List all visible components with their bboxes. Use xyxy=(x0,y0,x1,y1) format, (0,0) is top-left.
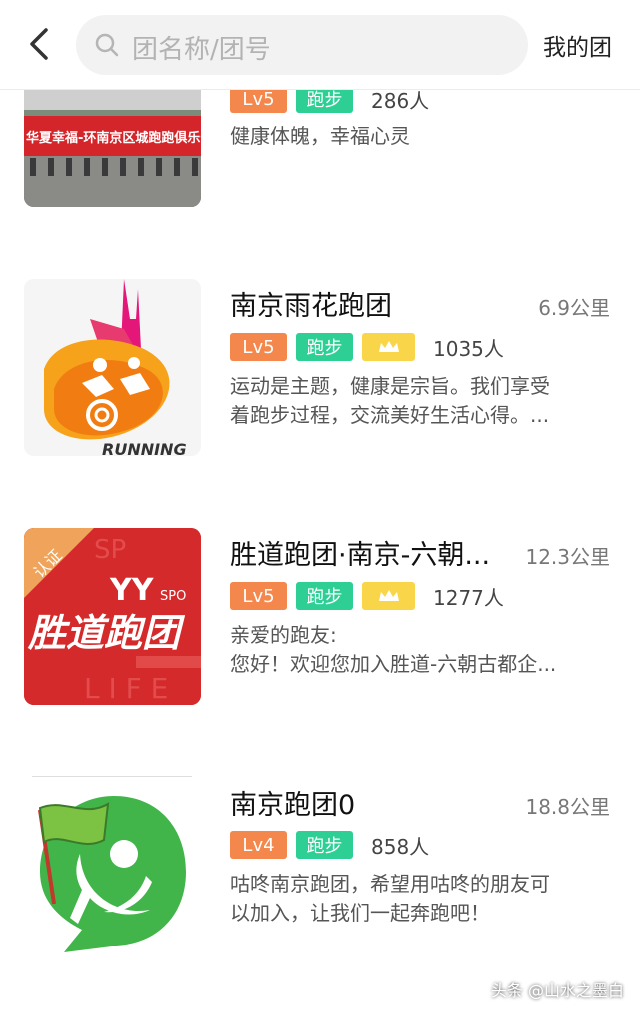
search-placeholder: 团名称/团号 xyxy=(132,35,271,65)
group-name: 胜道跑团·南京-六朝... xyxy=(230,540,491,571)
svg-text:SP: SP xyxy=(94,535,126,565)
logo-text: 胜道跑团 xyxy=(27,611,186,655)
logo-divider xyxy=(32,776,192,777)
back-arrow-icon xyxy=(30,28,48,60)
group-logo: SP L I F E 认证 YY SPO 胜道跑团 xyxy=(24,528,201,705)
group-description: 运动是主题，健康是宗旨。我们享受 着跑步过程，交流美好生活心得。... xyxy=(230,374,550,427)
level-badge: Lv4 xyxy=(230,831,287,859)
crown-badge xyxy=(362,333,415,361)
group-list: 华夏幸福-环南京区城跑跑俱乐部 Lv5 跑步 286人 健康体魄，幸福心灵 RU… xyxy=(0,0,640,1015)
member-count: 1035人 xyxy=(433,336,504,361)
group-description: 健康体魄，幸福心灵 xyxy=(230,124,410,148)
banner-text: 华夏幸福-环南京区城跑跑俱乐部 xyxy=(26,130,201,146)
type-badge: 跑步 xyxy=(296,333,353,361)
level-badge: Lv5 xyxy=(230,333,287,361)
logo-yy: YY xyxy=(109,573,155,608)
list-item[interactable]: SP L I F E 认证 YY SPO 胜道跑团 胜道跑团·南京-六朝... … xyxy=(0,500,640,750)
member-count: 858人 xyxy=(371,834,430,859)
list-item[interactable]: 南京跑团0 18.8公里 Lv4 跑步 858人 咕咚南京跑团，希望用咕咚的朋友… xyxy=(0,750,640,1015)
group-logo xyxy=(24,784,201,961)
list-item[interactable]: RUNNING 南京雨花跑团 6.9公里 Lv5 跑步 1035人 运动是主题，… xyxy=(0,250,640,500)
top-bar: 团名称/团号 我的团 xyxy=(0,0,640,90)
group-description: 亲爱的跑友: 您好！欢迎您加入胜道-六朝古都企... xyxy=(230,623,557,676)
group-logo-image: SP L I F E 认证 YY SPO 胜道跑团 xyxy=(24,528,201,705)
group-logo-image xyxy=(24,784,201,961)
group-logo: RUNNING xyxy=(24,279,201,456)
svg-text:L I F E: L I F E xyxy=(84,672,168,705)
group-distance: 6.9公里 xyxy=(538,296,610,320)
crown-badge xyxy=(362,582,415,610)
group-badges: Lv4 跑步 858人 xyxy=(230,831,429,859)
group-name: 南京雨花跑团 xyxy=(230,291,392,322)
group-logo-image: RUNNING xyxy=(24,279,201,456)
logo-caption: RUNNING xyxy=(102,440,187,456)
back-button[interactable] xyxy=(22,24,58,64)
crown-icon xyxy=(378,341,399,352)
group-distance: 18.8公里 xyxy=(525,795,610,819)
crown-icon xyxy=(378,590,399,601)
search-input[interactable]: 团名称/团号 xyxy=(76,15,528,75)
logo-sport: SPO xyxy=(160,589,186,604)
type-badge: 跑步 xyxy=(296,831,353,859)
group-badges: Lv5 跑步 1035人 xyxy=(230,333,504,361)
member-count: 1277人 xyxy=(433,585,504,610)
my-team-button[interactable]: 我的团 xyxy=(543,28,612,62)
group-description: 咕咚南京跑团，希望用咕咚的朋友可 以加入，让我们一起奔跑吧！ xyxy=(230,872,550,925)
group-badges: Lv5 跑步 1277人 xyxy=(230,582,504,610)
group-name: 南京跑团0 xyxy=(230,790,356,821)
type-badge: 跑步 xyxy=(296,582,353,610)
group-distance: 12.3公里 xyxy=(525,545,610,569)
search-icon xyxy=(95,33,119,57)
level-badge: Lv5 xyxy=(230,582,287,610)
watermark: 头条 @山水之墨白 xyxy=(490,981,624,1000)
